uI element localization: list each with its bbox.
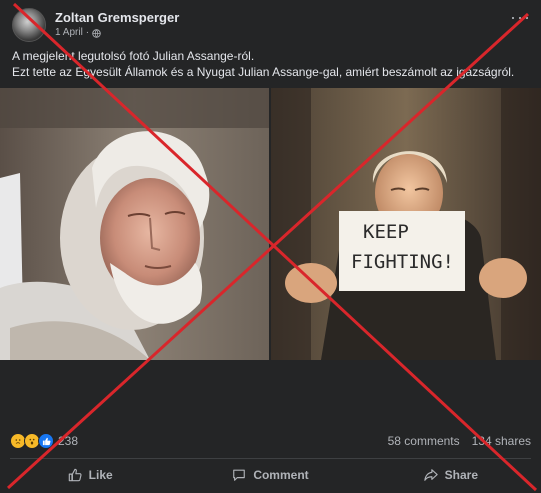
globe-icon — [92, 28, 101, 38]
like-label: Like — [88, 468, 113, 482]
photo-elderly-man-sleeping[interactable] — [0, 88, 269, 360]
post-header: Zoltan Gremsperger 1 April · — [12, 8, 179, 42]
more-options-icon[interactable]: ··· — [510, 8, 531, 26]
author-name[interactable]: Zoltan Gremsperger — [55, 10, 179, 26]
empty-area — [0, 360, 541, 422]
reaction-count: 238 — [58, 434, 79, 448]
post-stats: 238 58 comments 134 shares — [10, 432, 531, 450]
post-subline: 1 April · — [55, 26, 179, 40]
photo-grid: KEEP FIGHTING! — [0, 88, 541, 360]
sign-text-line-2: FIGHTING! — [351, 251, 454, 273]
comment-icon — [233, 469, 246, 481]
like-button[interactable]: Like — [0, 462, 180, 488]
share-label: Share — [444, 468, 478, 482]
photo-right-illustration: KEEP FIGHTING! — [271, 88, 541, 360]
facebook-post: Zoltan Gremsperger 1 April · ··· A megje… — [0, 0, 541, 493]
photo-man-holding-sign[interactable]: KEEP FIGHTING! — [271, 88, 541, 360]
engagement-counts: 58 comments 134 shares — [388, 434, 531, 448]
author-avatar[interactable] — [12, 8, 46, 42]
share-arrow-icon — [423, 469, 438, 481]
photo-left-illustration — [0, 88, 269, 360]
shares-count[interactable]: 134 shares — [472, 434, 531, 448]
reactions-summary[interactable]: 238 — [10, 433, 78, 449]
share-button[interactable]: Share — [361, 462, 541, 488]
post-actions: Like Comment Share — [0, 462, 541, 488]
post-text-line-2: Ezt tette az Egyesült Államok és a Nyuga… — [12, 65, 515, 79]
comment-button[interactable]: Comment — [180, 462, 360, 488]
date-separator: · — [85, 27, 90, 38]
like-reaction-icon — [38, 433, 54, 449]
thumbs-up-icon — [68, 468, 82, 482]
sign-text-line-1: KEEP — [363, 221, 409, 243]
post-text: A megjelent legutolsó fotó Julian Assang… — [12, 48, 532, 80]
post-meta: Zoltan Gremsperger 1 April · — [55, 10, 179, 40]
stats-divider — [10, 458, 531, 459]
post-text-line-1: A megjelent legutolsó fotó Julian Assang… — [12, 49, 255, 63]
post-date[interactable]: 1 April — [55, 26, 83, 40]
comments-count[interactable]: 58 comments — [388, 434, 460, 448]
comment-label: Comment — [253, 468, 309, 482]
